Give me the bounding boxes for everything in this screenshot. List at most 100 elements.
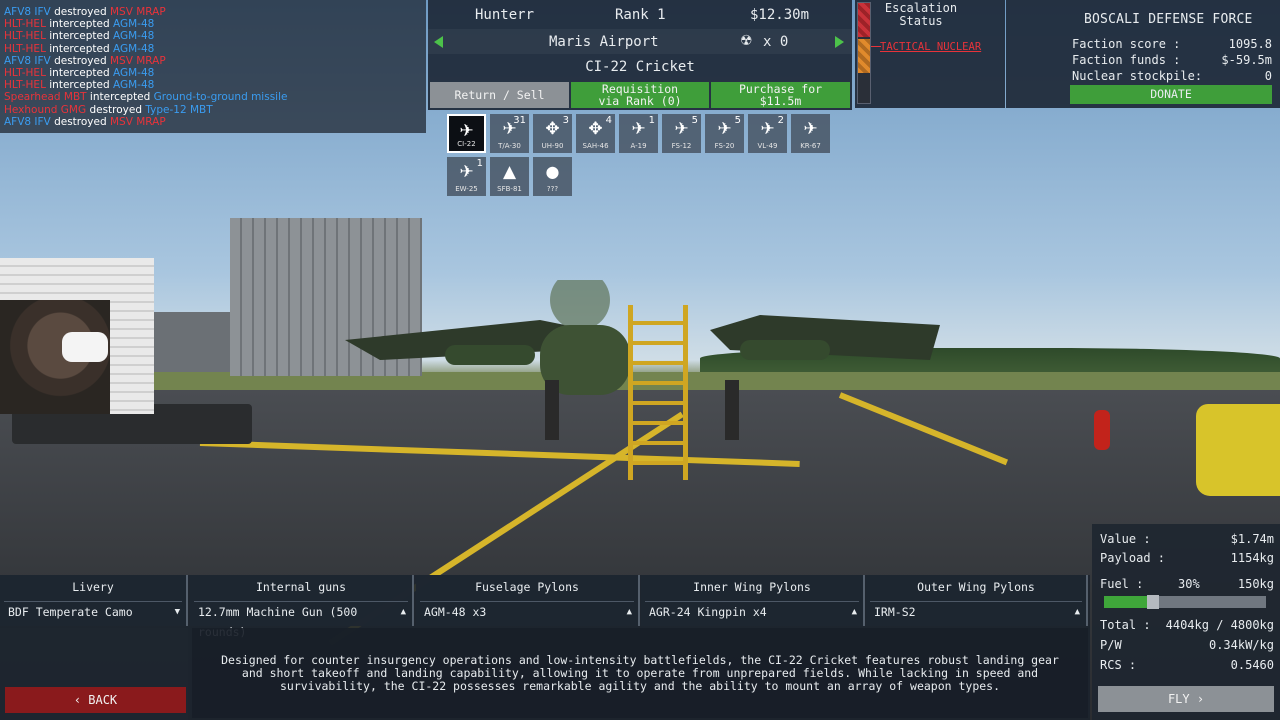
aircraft-tile--[interactable]: ●???	[533, 157, 572, 196]
loadout-dropdown[interactable]: BDF Temperate Camo ▼	[4, 601, 182, 621]
pw-row: P/W 0.34kW/kg	[1100, 638, 1274, 653]
aircraft-tile-ew-25[interactable]: ✈ 1 EW-25	[447, 157, 486, 196]
loadout-header: Livery	[72, 580, 114, 594]
aircraft-tile-uh-90[interactable]: ✥ 3 UH-90	[533, 114, 572, 153]
pw-label: P/W	[1100, 638, 1122, 652]
aircraft-tile-fs-20[interactable]: ✈ 5 FS-20	[705, 114, 744, 153]
killfeed-entry: HLT-HEL intercepted AGM-48	[4, 79, 422, 91]
radiation-icon: ☢	[740, 33, 753, 49]
aircraft-tile-sfb-81[interactable]: ▲ SFB-81	[490, 157, 529, 196]
aircraft-count: 5	[691, 115, 698, 126]
killfeed-verb: intercepted	[45, 30, 113, 43]
killfeed-verb: destroyed	[50, 6, 110, 18]
loadout-dropdown[interactable]: IRM-S2 ▲	[870, 601, 1082, 621]
boarding-ladder	[628, 305, 688, 480]
faction-funds-label: Faction funds :	[1072, 53, 1181, 67]
faction-funds-value: $-59.5m	[1221, 53, 1272, 67]
killfeed-entry: HLT-HEL intercepted AGM-48	[4, 67, 422, 79]
aircraft-label: UH-90	[541, 142, 564, 150]
aircraft-tile-vl-49[interactable]: ✈ 2 VL-49	[748, 114, 787, 153]
aircraft-tile-a-19[interactable]: ✈ 1 A-19	[619, 114, 658, 153]
killfeed-attacker: AFV8 IFV	[4, 6, 51, 18]
killfeed-target: MSV MRAP	[110, 115, 166, 128]
aircraft-label: T/A-30	[498, 142, 521, 150]
fuel-slider-fill	[1104, 596, 1153, 608]
aircraft-count: 2	[777, 115, 784, 126]
fly-button[interactable]: FLY ›	[1098, 686, 1274, 712]
rank-label: Rank 1	[615, 7, 666, 23]
killfeed-target: Type-12 MBT	[145, 103, 213, 116]
return-sell-button[interactable]: Return / Sell	[430, 82, 569, 108]
nuke-count: x 0	[763, 34, 789, 50]
loadout-dropdown[interactable]: 12.7mm Machine Gun (500 rounds)▲	[194, 601, 408, 639]
killfeed-verb: destroyed	[86, 103, 146, 116]
killfeed-entry: Spearhead MBT intercepted Ground-to-grou…	[4, 91, 422, 103]
requisition-button[interactable]: Requisition via Rank (0)	[571, 82, 709, 108]
loadout-outer-wing-pylons: Outer Wing Pylons IRM-S2 ▲	[866, 575, 1088, 626]
payload-amount: 1154kg	[1230, 551, 1274, 565]
aircraft-tile-fs-12[interactable]: ✈ 5 FS-12	[662, 114, 701, 153]
aircraft-label: FS-12	[671, 142, 692, 150]
killfeed-entry: HLT-HEL intercepted AGM-48	[4, 18, 422, 30]
loadout-internal-guns: Internal guns 12.7mm Machine Gun (500 rou…	[190, 575, 414, 639]
aircraft-tile-t-a-30[interactable]: ✈ 31 T/A-30	[490, 114, 529, 153]
airport-name: Maris Airport	[549, 34, 659, 50]
loadout-dropdown[interactable]: AGR-24 Kingpin x4 ▲	[645, 601, 859, 621]
rcs-row: RCS : 0.5460	[1100, 658, 1274, 673]
faction-funds-row: Faction funds : $-59.5m	[1072, 53, 1272, 68]
killfeed-attacker: HLT-HEL	[4, 79, 46, 92]
fuel-label: Fuel :	[1100, 577, 1144, 591]
next-airport-button[interactable]	[835, 36, 844, 48]
aircraft-tile-kr-67[interactable]: ✈ KR-67	[791, 114, 830, 153]
airport-selector: Maris Airport ☢ x 0	[428, 29, 852, 54]
killfeed-target: Ground-to-ground missile	[153, 91, 288, 104]
payload-label: Payload :	[1100, 551, 1166, 565]
back-button[interactable]: ‹ BACK	[5, 687, 186, 713]
killfeed-target: AGM-48	[112, 18, 155, 31]
aircraft-tile-sah-46[interactable]: ✥ 4 SAH-46	[576, 114, 615, 153]
fuel-slider-handle[interactable]	[1146, 595, 1159, 609]
fuel-slider[interactable]	[1104, 595, 1266, 609]
aircraft-count: 1	[476, 158, 483, 169]
value-label: Value :	[1100, 532, 1151, 546]
aircraft-label: KR-67	[800, 142, 821, 150]
killfeed-target: MSV MRAP	[110, 54, 166, 67]
loadout-header: Outer Wing Pylons	[917, 580, 1035, 594]
chevron-up-icon: ▲	[851, 607, 857, 617]
escalation-segment-red	[858, 3, 870, 37]
killfeed-attacker: AFV8 IFV	[4, 54, 51, 67]
total-row: Total : 4404kg / 4800kg	[1100, 618, 1274, 633]
aircraft-count: 3	[562, 115, 569, 126]
donate-button[interactable]: DONATE	[1070, 85, 1272, 104]
prev-airport-button[interactable]	[434, 36, 443, 48]
payload-row: Payload : 1154kg	[1100, 551, 1274, 566]
kill-feed: AFV8 IFV destroyed MSV MRAP HLT-HEL inter…	[0, 0, 426, 133]
purchase-button[interactable]: Purchase for $11.5m	[711, 82, 850, 108]
escalation-panel: Escalation Status TACTICAL NUCLEAR	[855, 0, 1005, 108]
faction-panel: BOSCALI DEFENSE FORCE Faction score : 10…	[1006, 0, 1280, 108]
loadout-dropdown[interactable]: AGM-48 x3 ▲	[420, 601, 634, 621]
escalation-segment-orange	[858, 39, 870, 73]
nuclear-stockpile-label: Nuclear stockpile:	[1072, 69, 1203, 83]
aircraft-label: CI-22	[457, 140, 476, 148]
killfeed-entry: HLT-HEL intercepted AGM-48	[4, 43, 422, 55]
fixed-wing-icon: ✈	[459, 121, 474, 141]
loadout-inner-wing-pylons: Inner Wing Pylons AGR-24 Kingpin x4 ▲	[641, 575, 865, 626]
aircraft-count: 4	[605, 115, 612, 126]
loadout-selected-value: AGR-24 Kingpin x4	[649, 605, 767, 619]
aircraft-tile-ci-22[interactable]: ✈ CI-22	[447, 114, 486, 153]
unknown-icon: ●	[545, 162, 560, 181]
vr-headset	[62, 332, 108, 362]
killfeed-verb: intercepted	[86, 91, 154, 104]
loadout-selected-value: BDF Temperate Camo	[8, 605, 133, 619]
killfeed-attacker: HLT-HEL	[4, 67, 46, 80]
fuel-percent: 30%	[1178, 577, 1200, 591]
total-label: Total :	[1100, 618, 1151, 632]
killfeed-entry: AFV8 IFV destroyed MSV MRAP	[4, 6, 422, 18]
killfeed-target: AGM-48	[112, 79, 155, 92]
value-row: Value : $1.74m	[1100, 532, 1274, 547]
loadout-header: Fuselage Pylons	[475, 580, 579, 594]
nuclear-stockpile-row: Nuclear stockpile: 0	[1072, 69, 1272, 84]
pw-amount: 0.34kW/kg	[1208, 638, 1274, 652]
aircraft-name: CI-22 Cricket	[585, 59, 695, 75]
